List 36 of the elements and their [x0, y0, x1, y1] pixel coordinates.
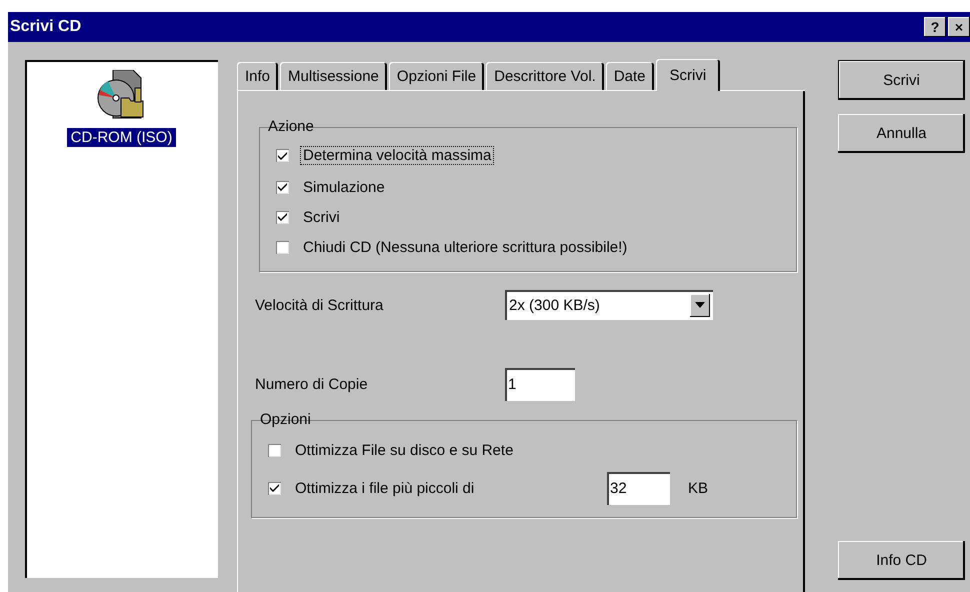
option-label: Chiudi CD (Nessuna ulteriore scrittura possibile!) [302, 238, 628, 256]
checkbox[interactable] [276, 210, 289, 224]
dialog-button[interactable]: Info CD [838, 541, 965, 580]
speed-dropdown[interactable]: 2x (300 KB/s) [505, 290, 713, 320]
window-title: Scrivi CD [10, 18, 82, 36]
tab[interactable]: Opzioni File [388, 62, 484, 90]
caret-icon [695, 302, 705, 308]
sidebar-item[interactable]: CD-ROM (ISO) [66, 128, 176, 147]
option-label: Determina velocità massima [301, 147, 494, 164]
group-title: Opzioni [259, 411, 312, 428]
copies-field[interactable]: 1 [505, 368, 575, 401]
tab[interactable]: Multisessione [280, 62, 387, 90]
checkbox[interactable] [276, 149, 289, 162]
tab[interactable]: Date [606, 62, 654, 90]
checkbox[interactable] [276, 240, 289, 254]
option-label: Ottimizza i file più piccoli di [294, 480, 476, 496]
group-title: Azione [267, 118, 315, 135]
option-label: Simulazione [302, 178, 386, 196]
dropdown-value: 2x (300 KB/s) [509, 296, 600, 314]
checkbox[interactable] [268, 482, 281, 494]
tab[interactable]: Descrittore Vol. [486, 62, 604, 90]
field-label: Numero di Copie [255, 376, 369, 393]
size-field[interactable]: 32 [607, 472, 670, 504]
field-label: Velocità di Scrittura [255, 296, 384, 314]
option-label: Scrivi [302, 208, 341, 226]
dropdown-button[interactable] [690, 294, 710, 316]
option-label: Ottimizza File su disco e su Rete [294, 442, 514, 458]
unit-label: KB [688, 480, 708, 496]
tab[interactable]: Info [237, 62, 278, 90]
checkbox[interactable] [268, 444, 281, 456]
help-button[interactable]: ? [924, 17, 946, 37]
checkbox[interactable] [276, 180, 289, 194]
dialog-button[interactable]: Scrivi [838, 60, 965, 100]
close-button[interactable]: × [948, 17, 970, 37]
tab[interactable]: Scrivi [656, 59, 720, 91]
dialog-button[interactable]: Annulla [838, 114, 965, 153]
